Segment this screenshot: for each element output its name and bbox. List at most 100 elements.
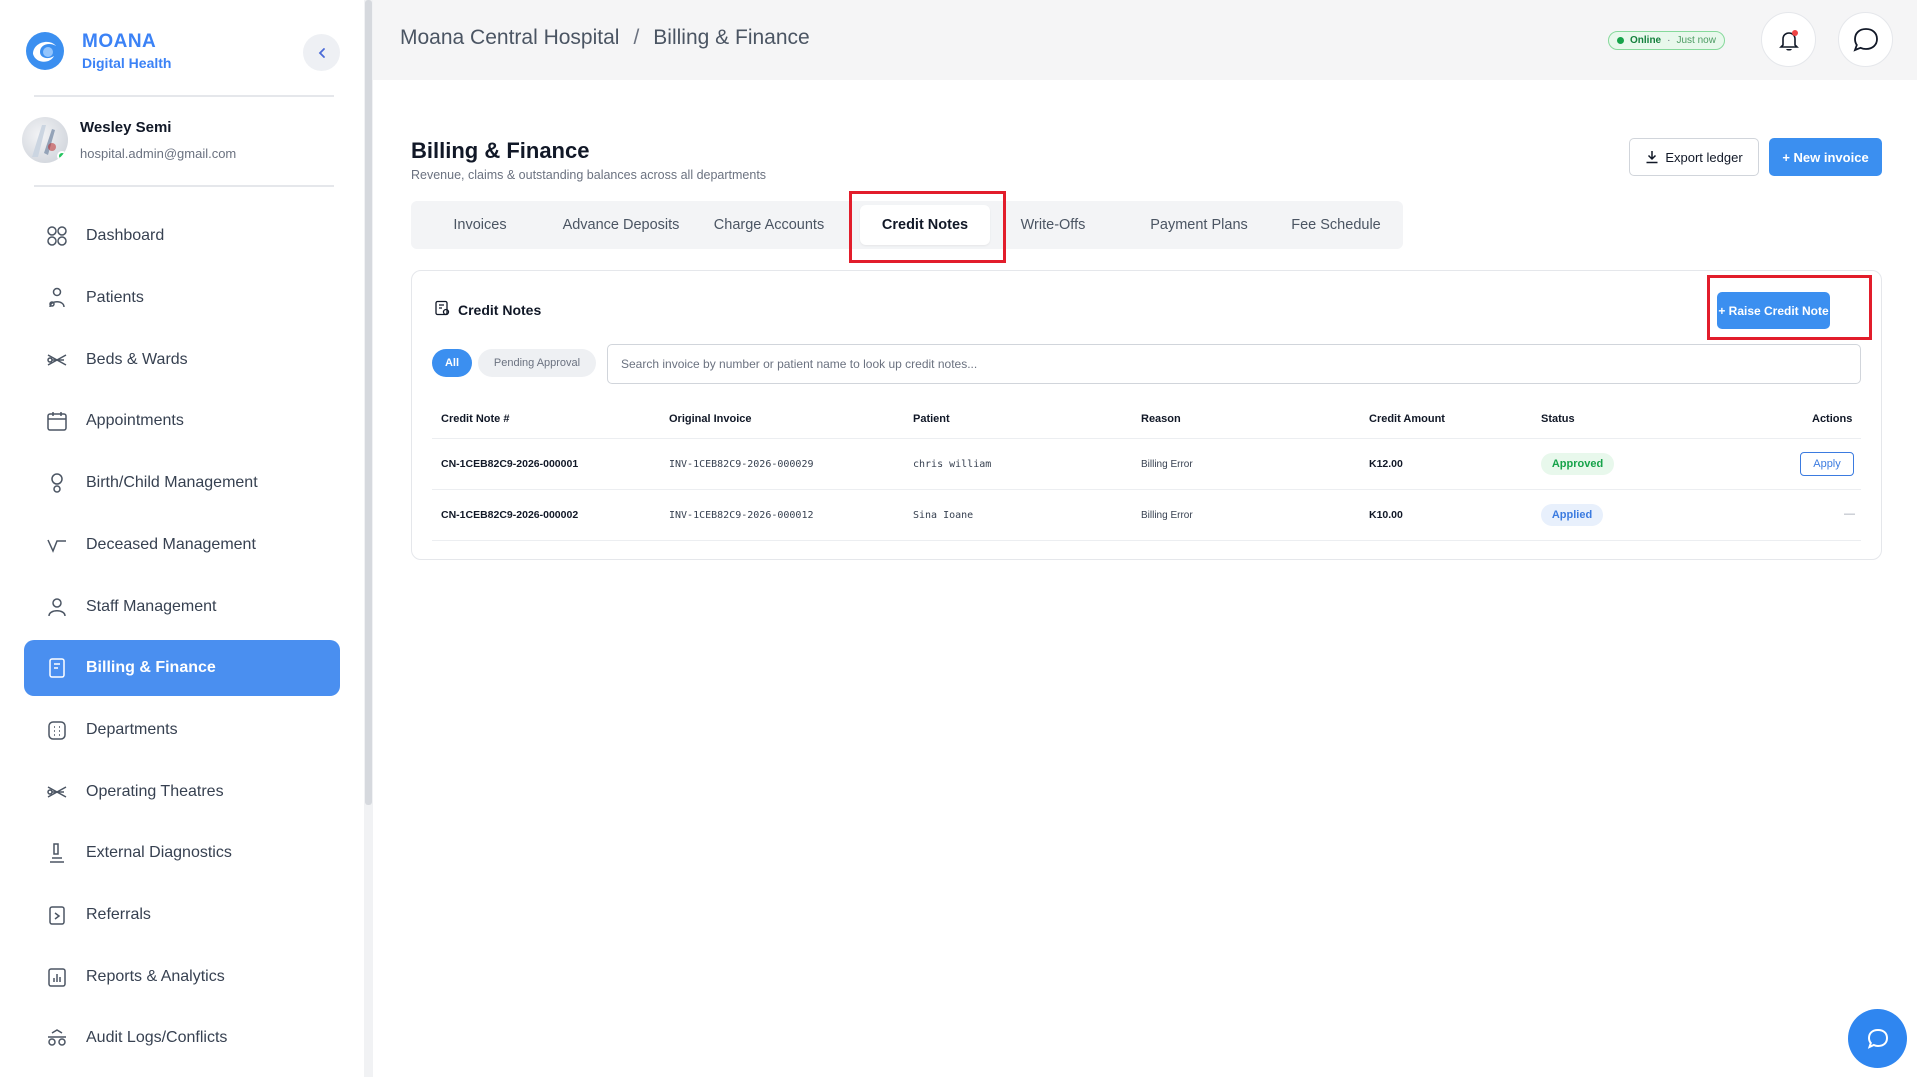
tab-invoices[interactable]: Invoices [423,205,537,245]
theatre-icon [46,781,68,803]
panel-title: Credit Notes [434,300,541,319]
chat-icon [1867,1028,1888,1049]
user-profile[interactable]: Wesley Semi hospital.admin@gmail.com [22,117,236,163]
tab-charge-accounts[interactable]: Charge Accounts [701,205,837,245]
staff-icon [46,596,68,618]
page-title: Billing & Finance [411,138,590,163]
sidebar-item-staff[interactable]: Staff Management [24,579,340,635]
support-chat-button[interactable] [1848,1009,1907,1068]
reason: Billing Error [1141,510,1193,521]
billing-icon [46,657,68,679]
credit-notes-search-input[interactable] [607,344,1861,384]
dashboard-icon [46,225,68,247]
user-name: Wesley Semi [80,119,172,136]
chat-bubble-icon [1852,27,1878,52]
table-divider [432,489,1861,490]
top-header: Moana Central Hospital / Billing & Finance… [373,0,1917,80]
patient-name: Sina Ioane [913,510,974,521]
table-divider [432,540,1861,541]
reason: Billing Error [1141,459,1193,470]
tab-payment-plans[interactable]: Payment Plans [1134,205,1264,245]
credit-note-number: CN-1CEB82C9-2026-000001 [441,458,579,470]
sidebar-item-label: Patients [86,289,144,306]
billing-tabs: Invoices Advance Deposits Charge Account… [411,201,1403,249]
original-invoice: INV-1CEB82C9-2026-000029 [669,459,814,470]
sidebar-item-referrals[interactable]: Referrals [24,887,340,943]
breadcrumb: Moana Central Hospital / Billing & Finance [400,26,810,50]
receipt-icon [434,300,450,319]
messages-button[interactable] [1838,12,1893,67]
sidebar-item-label: Deceased Management [86,536,256,553]
deceased-icon [46,534,68,556]
sidebar-item-label: Staff Management [86,598,217,615]
panel-title-text: Credit Notes [458,301,542,318]
sidebar-item-label: Audit Logs/Conflicts [86,1029,228,1046]
sidebar-item-billing-finance[interactable]: Billing & Finance [24,640,340,696]
raise-credit-note-button[interactable]: + Raise Credit Note [1717,292,1830,329]
brand-subtitle: Digital Health [82,55,172,71]
filter-pending-approval-chip[interactable]: Pending Approval [478,349,596,377]
sidebar-item-label: Dashboard [86,227,165,244]
birth-icon [46,472,68,494]
column-header-original-invoice: Original Invoice [669,413,752,425]
sidebar-item-operating-theatres[interactable]: Operating Theatres [24,764,340,820]
tab-fee-schedule[interactable]: Fee Schedule [1279,205,1393,245]
sidebar-item-appointments[interactable]: Appointments [24,393,340,449]
column-header-credit-note: Credit Note # [441,413,510,425]
apply-button[interactable]: Apply [1800,452,1854,476]
sidebar-item-audit-logs[interactable]: Audit Logs/Conflicts [24,1010,340,1066]
collapse-sidebar-button[interactable] [303,34,340,71]
sidebar-item-external-diagnostics[interactable]: External Diagnostics [24,825,340,881]
sidebar-scrollbar[interactable] [365,0,372,805]
tab-advance-deposits[interactable]: Advance Deposits [545,205,697,245]
brand-name: MOANA [82,31,157,52]
sidebar-item-beds-wards[interactable]: Beds & Wards [24,332,340,388]
new-invoice-button[interactable]: + New invoice [1769,138,1882,176]
sidebar-item-label: Appointments [86,412,184,429]
tab-write-offs[interactable]: Write-Offs [1003,205,1103,245]
credit-notes-panel: Credit Notes + Raise Credit Note All Pen… [411,270,1882,560]
sidebar-item-reports-analytics[interactable]: Reports & Analytics [24,949,340,1005]
status-badge: Approved [1541,453,1614,475]
status-badge: Applied [1541,504,1603,526]
referral-icon [46,904,68,926]
sidebar-item-departments[interactable]: Departments [24,702,340,758]
avatar [22,117,68,163]
no-action-placeholder: — [1844,508,1855,520]
original-invoice: INV-1CEB82C9-2026-000012 [669,510,814,521]
departments-icon [46,719,68,741]
patient-name: chris william [913,459,992,470]
bed-icon [46,349,68,371]
divider [34,185,334,187]
sidebar-item-label: External Diagnostics [86,844,232,861]
sidebar-item-label: Birth/Child Management [86,474,258,491]
tab-credit-notes[interactable]: Credit Notes [860,205,990,245]
patients-icon [46,287,68,309]
breadcrumb-hospital[interactable]: Moana Central Hospital [400,26,619,49]
column-header-patient: Patient [913,413,950,425]
sidebar-item-deceased[interactable]: Deceased Management [24,517,340,573]
credit-amount: K10.00 [1369,509,1403,521]
microscope-icon [46,842,68,864]
sidebar-item-label: Beds & Wards [86,351,188,368]
analytics-icon [46,966,68,988]
audit-icon [46,1027,68,1049]
export-ledger-label: Export ledger [1665,149,1743,165]
filter-all-chip[interactable]: All [432,349,472,377]
online-indicator [57,151,67,161]
notifications-button[interactable] [1761,12,1816,67]
connection-status-badge: Online · Just now [1608,31,1725,50]
breadcrumb-separator: / [633,26,640,49]
sidebar-item-patients[interactable]: Patients [24,270,340,326]
breadcrumb-section: Billing & Finance [653,26,810,49]
export-ledger-button[interactable]: Export ledger [1629,138,1759,176]
status-updated: Just now [1676,35,1716,46]
column-header-reason: Reason [1141,413,1181,425]
sidebar-item-dashboard[interactable]: Dashboard [24,208,340,264]
status-state: Online [1630,35,1662,46]
sidebar-item-label: Reports & Analytics [86,968,225,985]
brand[interactable]: MOANA Digital Health [24,30,171,72]
status-separator: · [1667,35,1671,46]
sidebar-item-birth-child[interactable]: Birth/Child Management [24,455,340,511]
sidebar-item-label: Referrals [86,906,151,923]
